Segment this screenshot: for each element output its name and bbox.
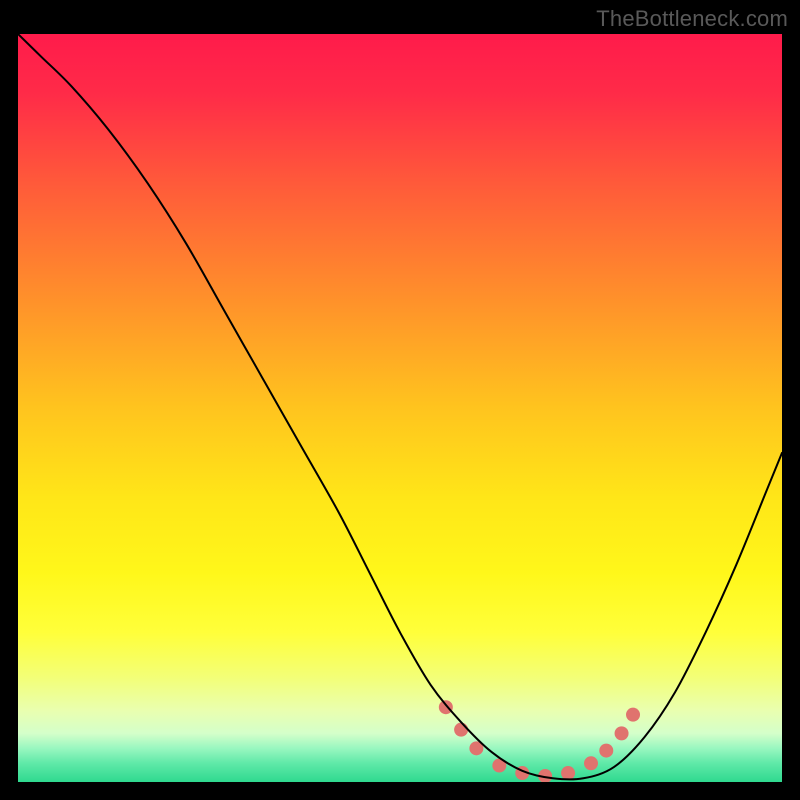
bottleneck-chart <box>18 34 782 782</box>
marker-dot <box>454 723 468 737</box>
marker-dot <box>626 708 640 722</box>
gradient-background <box>18 34 782 782</box>
chart-frame: TheBottleneck.com <box>0 0 800 800</box>
attribution-label: TheBottleneck.com <box>596 6 788 32</box>
marker-dot <box>599 744 613 758</box>
marker-dot <box>439 700 453 714</box>
marker-dot <box>584 756 598 770</box>
marker-dot <box>615 726 629 740</box>
chart-svg <box>18 34 782 782</box>
marker-dot <box>561 766 575 780</box>
